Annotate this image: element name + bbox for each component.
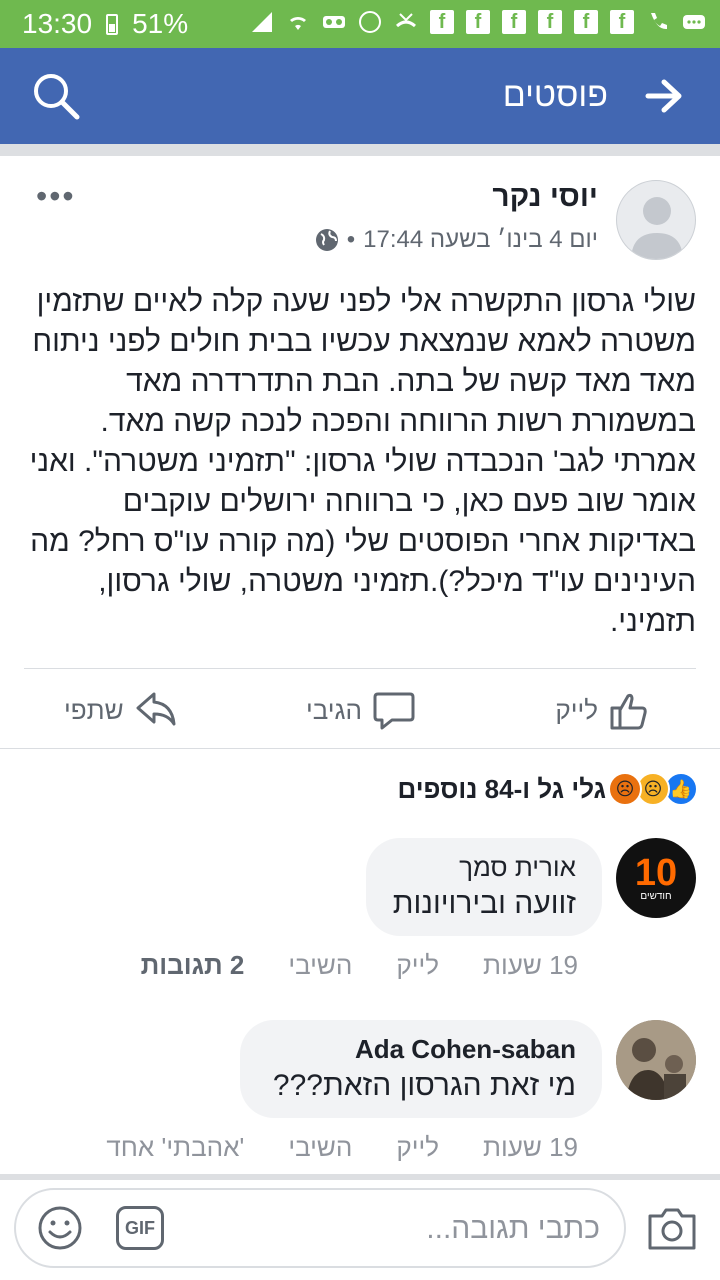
facebook-notification-icon: f: [538, 10, 562, 34]
emoji-icon[interactable]: [36, 1204, 84, 1252]
post-meta: יום 4 בינו׳ בשעה 17:44 •: [315, 226, 598, 254]
more-notifications-icon: [683, 15, 705, 29]
comment-button[interactable]: הגיבי: [306, 686, 416, 734]
meta-separator: •: [346, 226, 356, 253]
notification-icons: f f f f f f: [250, 10, 706, 34]
angry-reaction-icon: ☹: [608, 772, 642, 806]
post-text: שולי גרסון התקשרה אלי לפני שעה קלה לאיים…: [29, 285, 696, 638]
commenter-avatar[interactable]: [616, 1020, 696, 1100]
share-label: שתפי: [64, 694, 124, 725]
facebook-notification-icon: f: [466, 10, 490, 34]
comment-text: זוועה ובירויונות: [392, 887, 576, 920]
commenter-avatar[interactable]: 10 חודשים: [616, 838, 696, 918]
commenter-name[interactable]: Ada Cohen-saban: [266, 1034, 576, 1065]
share-arrow-icon: [136, 692, 176, 726]
view-replies-link[interactable]: 2 תגובות: [141, 950, 245, 981]
search-icon[interactable]: [30, 70, 82, 122]
comment-bubble-icon: [373, 692, 415, 730]
page-title: פוסטים: [502, 76, 608, 114]
share-button[interactable]: שתפי: [64, 686, 178, 734]
missed-call-icon: [396, 13, 416, 28]
comment-time: 19 שעות: [483, 1132, 578, 1162]
comment-label: הגיבי: [305, 694, 362, 725]
status-bar: 13:30 51% f f f f f f: [0, 0, 720, 48]
divider: [0, 1174, 720, 1180]
comment-likes-count[interactable]: 'אהבתי' אחד: [106, 1132, 244, 1163]
post-author[interactable]: יוסי נקר: [492, 180, 598, 214]
battery-level: 51%: [132, 8, 189, 39]
facebook-notification-icon: f: [430, 10, 454, 34]
comment-placeholder: כתבי תגובה...: [426, 1212, 600, 1245]
comment-reply-link[interactable]: השיבי: [288, 950, 352, 981]
commenter-name[interactable]: אורית סמך: [392, 852, 576, 883]
divider: [24, 668, 696, 669]
comment-actions: 19 שעות לייק השיבי 2 תגובות: [141, 950, 578, 981]
like-label: לייק: [555, 694, 598, 725]
thumbs-up-icon: [610, 693, 647, 730]
back-arrow-icon[interactable]: [644, 78, 684, 114]
globe-icon: [315, 229, 338, 251]
comment-time: 19 שעות: [483, 950, 578, 980]
comment-like-link[interactable]: לייק: [396, 950, 439, 981]
reaction-icons: 👍 ☹ ☹: [608, 772, 698, 806]
divider: [0, 748, 720, 749]
wifi-icon: [290, 16, 306, 30]
comment-text: מי זאת הגרסון הזאת???: [272, 1069, 576, 1102]
gif-button[interactable]: GIF: [116, 1206, 164, 1250]
facebook-notification-icon: f: [610, 10, 634, 34]
comment-actions: 19 שעות לייק השיבי 'אהבתי' אחד: [106, 1132, 578, 1163]
reactions-summary[interactable]: 👍 ☹ ☹ גלי גל ו-84 נוספים: [397, 772, 698, 806]
facebook-notification-icon: f: [574, 10, 598, 34]
clock: 13:30: [22, 8, 93, 39]
photo-avatar-icon: [616, 1020, 696, 1100]
avatar-logo-text: 10: [634, 851, 678, 894]
more-options-icon[interactable]: •••: [36, 178, 76, 215]
post-timestamp[interactable]: יום 4 בינו׳ בשעה 17:44: [363, 226, 598, 254]
signal-icon: [252, 12, 272, 32]
avatar-logo-subtext: חודשים: [640, 890, 672, 902]
camera-icon[interactable]: [646, 1204, 698, 1252]
whatsapp-icon: [359, 11, 381, 33]
app-bar: פוסטים: [0, 48, 720, 144]
comment-bubble: אורית סמך זוועה ובירויונות: [366, 838, 602, 936]
section-gap: [0, 144, 720, 156]
like-button[interactable]: לייק: [555, 686, 652, 734]
battery-icon: [106, 14, 119, 35]
comment-like-link[interactable]: לייק: [396, 1132, 439, 1163]
voicemail-icon: [323, 16, 345, 28]
facebook-notification-icon: f: [502, 10, 526, 34]
comment-input[interactable]: כתבי תגובה... GIF: [14, 1188, 626, 1268]
comment-reply-link[interactable]: השיבי: [288, 1132, 352, 1163]
reactions-text: גלי גל ו-84 נוספים: [397, 773, 606, 804]
phone-icon: [651, 13, 667, 30]
author-avatar[interactable]: [616, 180, 696, 260]
default-profile-icon: [631, 197, 683, 259]
comment-bubble: Ada Cohen-saban מי זאת הגרסון הזאת???: [240, 1020, 602, 1118]
